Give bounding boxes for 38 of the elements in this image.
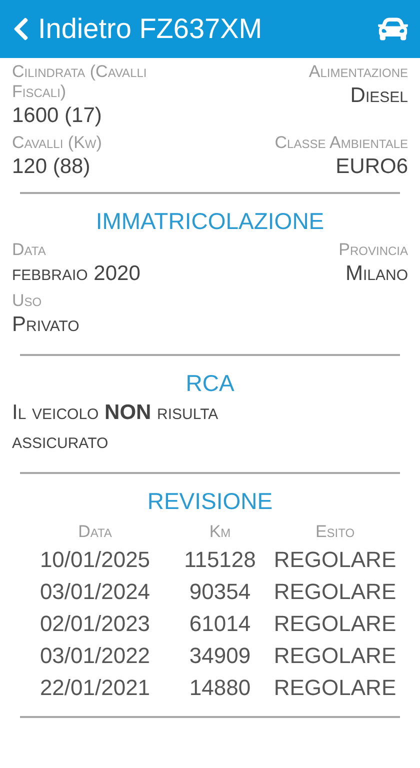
insurance-message: Il veicolo NON risulta assicurato (12, 400, 220, 455)
table-cell-text: REGOLARE (272, 578, 398, 606)
field-label: Classe Ambientale (274, 133, 408, 153)
back-icon (12, 16, 30, 42)
field-label: Alimentazione (308, 62, 408, 82)
field-label: Cilindrata (Cavalli Fiscali) (12, 62, 148, 102)
field-value: 1600 (17) (12, 103, 102, 129)
field-value: 120 (88) (12, 154, 90, 180)
table-cell-text: REGOLARE (272, 674, 398, 702)
field-value: EURO6 (336, 154, 408, 180)
field-value: Milano (345, 261, 408, 287)
table-cell-text: 115128 (183, 546, 257, 574)
table-cell-text: 03/01/2022 (38, 642, 152, 670)
section-title: REVISIONE (147, 487, 273, 516)
section-title: IMMATRICOLAZIONE (96, 207, 324, 236)
table-cell-text: 61014 (188, 610, 252, 638)
field-value: febbraio 2020 (12, 261, 140, 287)
field-label: Cavalli (Kw) (12, 133, 102, 153)
field-label: Provincia (338, 240, 408, 260)
table-cell-text: 14880 (188, 674, 252, 702)
table-cell-text: REGOLARE (272, 642, 398, 670)
field-value: Privato (12, 312, 80, 338)
column-header: Esito (314, 521, 356, 543)
table-cell-text: 10/01/2025 (38, 546, 152, 574)
table-cell-text: 02/01/2023 (38, 610, 152, 638)
section-title: RCA (186, 369, 234, 398)
field-label: Data (12, 240, 46, 260)
back-button[interactable]: Indietro FZ637XM (12, 8, 262, 50)
table-cell-text: REGOLARE (272, 610, 398, 638)
table-cell-text: REGOLARE (272, 546, 398, 574)
table-cell-text: 22/01/2021 (38, 674, 152, 702)
column-header: Km (208, 521, 232, 543)
column-header: Data (77, 521, 113, 543)
table-cell-text: 34909 (188, 642, 252, 670)
table-cell-text: 03/01/2024 (38, 578, 152, 606)
field-label: Uso (12, 291, 42, 311)
table-cell-text: 90354 (188, 578, 252, 606)
field-value: Diesel (350, 83, 408, 109)
